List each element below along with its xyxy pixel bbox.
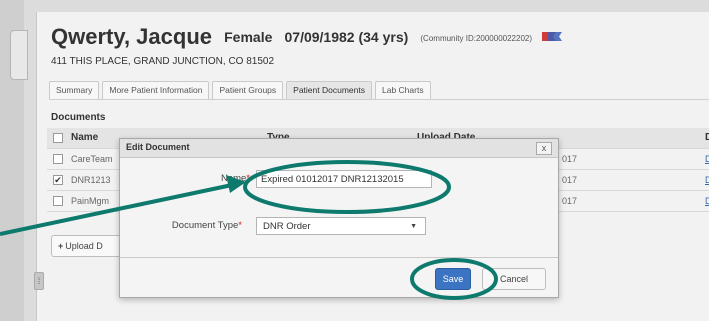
row-date: 017 — [562, 196, 578, 206]
upload-button-label: Upload D — [65, 241, 103, 251]
row-name: DNR1213 — [71, 175, 111, 185]
tab-bar: Summary More Patient Information Patient… — [49, 81, 434, 99]
patient-header: Qwerty, Jacque Female 07/09/1982 (34 yrs… — [51, 24, 563, 50]
column-header-name[interactable]: Name — [71, 128, 98, 148]
row-checkbox[interactable] — [53, 154, 63, 164]
document-type-label-text: Document Type — [171, 220, 239, 231]
cancel-button[interactable]: Cancel — [482, 268, 546, 290]
row-checkbox[interactable] — [53, 196, 63, 206]
save-button[interactable]: Save — [435, 268, 471, 290]
patient-gender: Female — [224, 29, 273, 45]
dialog-title: Edit Document — [126, 142, 190, 152]
row-name: PainMgm — [71, 196, 110, 206]
close-icon[interactable]: x — [536, 142, 552, 155]
tab-lab-charts[interactable]: Lab Charts — [374, 81, 431, 99]
tab-summary[interactable]: Summary — [49, 81, 100, 99]
select-all-checkbox[interactable] — [53, 133, 63, 143]
sidebar-toggle[interactable] — [10, 30, 28, 80]
edit-document-dialog: Edit Document x Name* Expired 01012017 D… — [119, 138, 559, 298]
document-type-value: DNR Order — [263, 221, 311, 232]
caret-down-icon: ▼ — [410, 223, 417, 230]
tab-patient-groups[interactable]: Patient Groups — [212, 81, 284, 99]
row-document-link[interactable]: DC — [705, 191, 709, 211]
row-name: CareTeam — [71, 154, 113, 164]
name-label-text: Name — [220, 173, 247, 184]
dialog-header: Edit Document x — [120, 139, 558, 158]
tabs-divider — [49, 99, 709, 100]
plus-icon: + — [58, 241, 64, 251]
row-date: 017 — [562, 154, 578, 164]
flag-icon — [542, 32, 563, 41]
required-marker: * — [238, 220, 242, 231]
name-field-label: Name* — [120, 173, 250, 184]
documents-title: Documents — [51, 112, 106, 123]
required-marker: * — [246, 173, 250, 184]
patient-dob: 07/09/1982 (34 yrs) — [284, 29, 409, 45]
document-name-input[interactable]: Expired 01012017 DNR12132015 — [256, 170, 432, 188]
dialog-footer-divider — [120, 257, 558, 258]
tab-patient-documents[interactable]: Patient Documents — [286, 81, 372, 99]
row-document-link[interactable]: DC — [705, 170, 709, 190]
row-document-link[interactable]: DC — [705, 149, 709, 169]
document-type-label: Document Type* — [112, 220, 242, 231]
row-checkbox-checked[interactable]: ✔ — [53, 175, 63, 185]
patient-address: 411 THIS PLACE, GRAND JUNCTION, CO 81502 — [51, 56, 275, 67]
column-header-document[interactable]: Do — [705, 128, 709, 148]
document-type-select[interactable]: DNR Order ▼ — [256, 217, 426, 235]
patient-name: Qwerty, Jacque — [51, 24, 212, 49]
resize-grip[interactable]: ⁞ — [34, 272, 44, 290]
community-id: (Community ID:200000022202) — [420, 34, 533, 43]
tab-more-patient-information[interactable]: More Patient Information — [102, 81, 210, 99]
check-icon: ✔ — [54, 175, 62, 185]
row-date: 017 — [562, 175, 578, 185]
